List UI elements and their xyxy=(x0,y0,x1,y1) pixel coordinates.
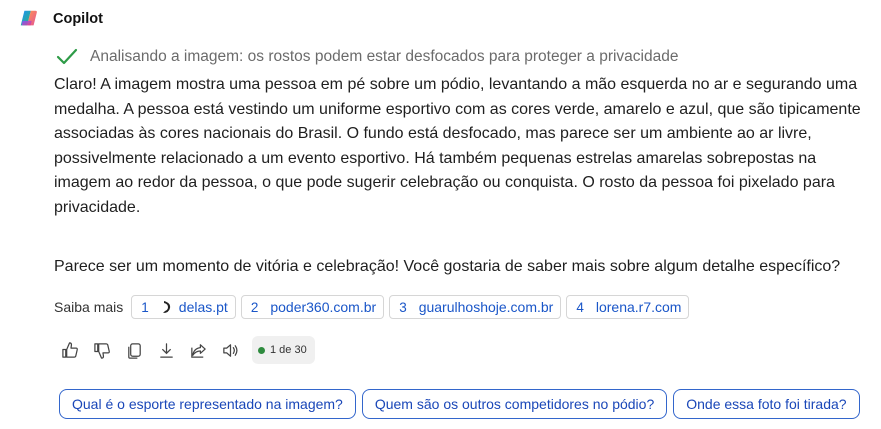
copy-icon xyxy=(127,342,141,359)
pager-text: 1 de 30 xyxy=(270,344,307,356)
source-domain: lorena.r7.com xyxy=(595,299,682,315)
thumbs-up-icon xyxy=(61,341,78,358)
message-actions: 1 de 30 xyxy=(60,336,315,364)
header: Copilot xyxy=(18,8,103,30)
source-number: 1 xyxy=(141,299,149,315)
source-chip-4[interactable]: 4 lorena.r7.com xyxy=(566,295,690,319)
thumbs-down-icon xyxy=(93,342,110,359)
suggestion-button-1[interactable]: Qual é o esporte representado na imagem? xyxy=(59,389,356,419)
share-icon xyxy=(190,343,206,358)
source-chip-2[interactable]: 2 poder360.com.br xyxy=(240,295,385,319)
response-paragraph-1: Claro! A imagem mostra uma pessoa em pé … xyxy=(54,76,861,216)
source-number: 4 xyxy=(576,299,584,315)
app-title: Copilot xyxy=(53,11,103,27)
status-text: Analisando a imagem: os rostos podem est… xyxy=(90,48,679,65)
source-domain: guarulhoshoje.com.br xyxy=(418,299,554,315)
thumbs-down-button[interactable] xyxy=(92,340,112,360)
source-domain: delas.pt xyxy=(178,299,228,315)
suggestion-button-2[interactable]: Quem são os outros competidores no pódio… xyxy=(361,389,668,419)
download-icon xyxy=(159,342,173,358)
source-number: 2 xyxy=(250,299,259,315)
download-button[interactable] xyxy=(156,340,176,360)
source-chip-1[interactable]: 1 delas.pt xyxy=(131,295,236,319)
source-number: 3 xyxy=(399,299,407,315)
site-favicon-icon xyxy=(162,301,170,313)
analysis-status: Analisando a imagem: os rostos podem est… xyxy=(56,48,678,66)
response-paragraph-2: Parece ser um momento de vitória e celeb… xyxy=(54,258,841,275)
speaker-icon xyxy=(222,343,238,357)
sources-label: Saiba mais xyxy=(54,299,124,315)
suggestion-button-3[interactable]: Onde essa foto foi tirada? xyxy=(673,389,860,419)
suggestion-chips: Qual é o esporte representado na imagem?… xyxy=(59,389,866,419)
source-chip-3[interactable]: 3 guarulhoshoje.com.br xyxy=(389,295,562,319)
read-aloud-button[interactable] xyxy=(220,340,240,360)
share-button[interactable] xyxy=(188,340,208,360)
source-domain: poder360.com.br xyxy=(270,299,377,315)
thumbs-up-button[interactable] xyxy=(60,340,80,360)
status-dot xyxy=(258,346,265,354)
checkmark-icon xyxy=(56,48,78,65)
copilot-logo-icon xyxy=(20,10,37,26)
sources-bar: Saiba mais 1 delas.pt 2 poder360.com.br … xyxy=(54,295,694,319)
copy-button[interactable] xyxy=(124,340,144,360)
response-pager: 1 de 30 xyxy=(252,336,315,364)
